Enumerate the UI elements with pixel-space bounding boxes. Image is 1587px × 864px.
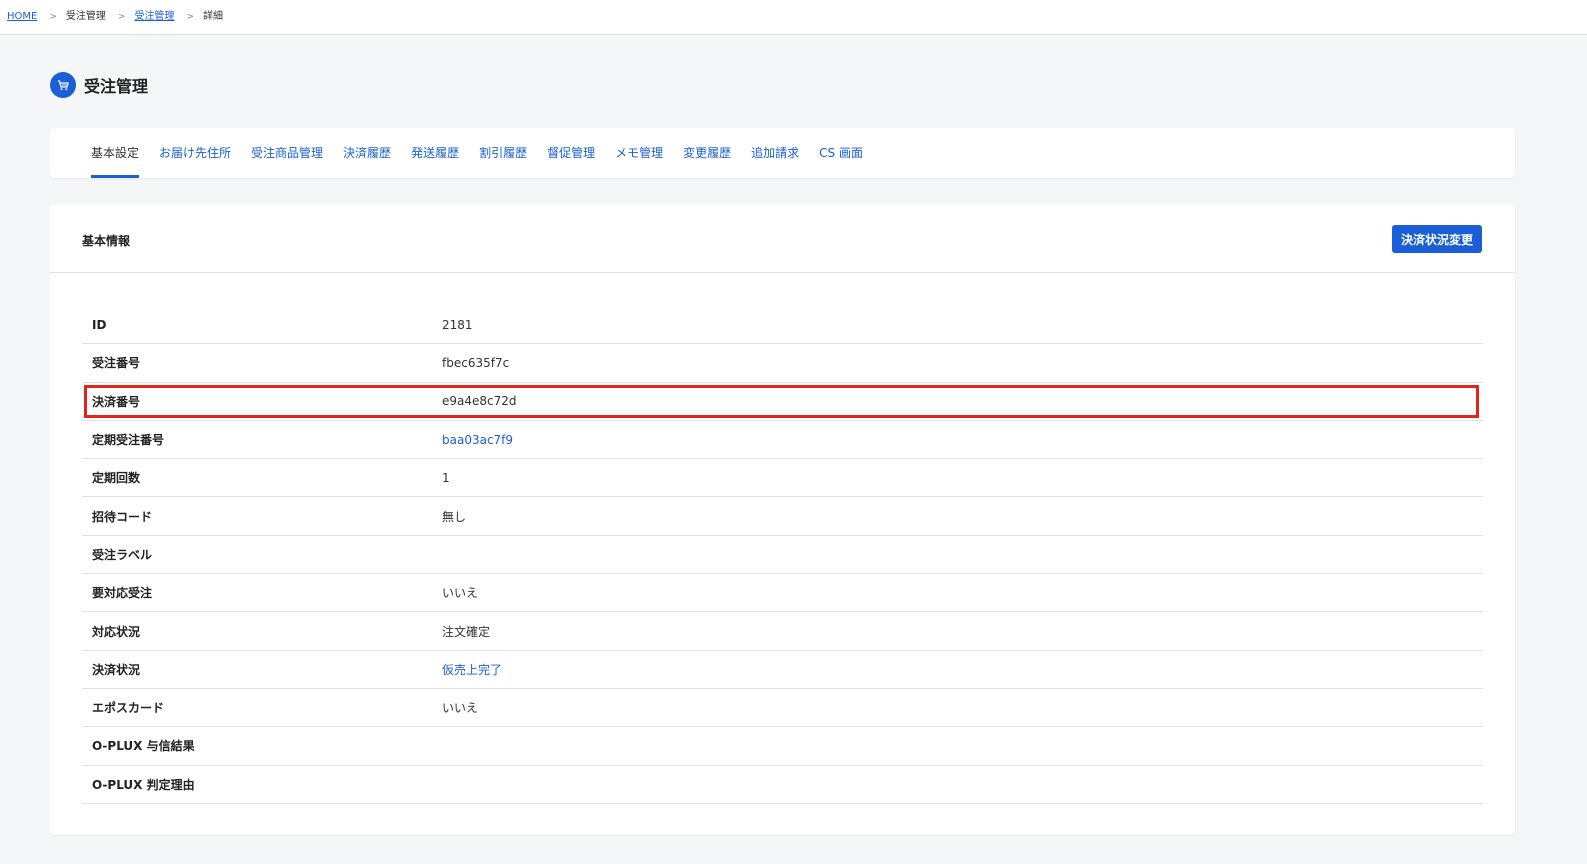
tabs-card: 基本設定 お届け先住所 受注商品管理 決済履歴 発送履歴 割引履歴 督促管理 メ… <box>50 128 1515 178</box>
tab-memo[interactable]: メモ管理 <box>615 128 663 178</box>
table-row: エポスカード いいえ <box>82 689 1483 728</box>
card-title: 基本情報 <box>82 234 131 248</box>
row-value: いいえ <box>442 586 479 601</box>
subscription-order-link[interactable]: baa03ac7f9 <box>442 433 513 447</box>
row-label: ID <box>92 317 107 332</box>
row-label: エポスカード <box>92 701 165 716</box>
row-label: 定期受注番号 <box>92 433 165 448</box>
breadcrumb-order-management-link[interactable]: 受注管理 <box>134 10 174 24</box>
table-row: ID 2181 <box>82 306 1483 345</box>
breadcrumb-item-order-management: 受注管理 <box>65 11 106 22</box>
cart-icon <box>50 72 76 98</box>
breadcrumb-separator: > <box>117 12 126 22</box>
change-payment-status-button[interactable]: 決済状況変更 <box>1391 225 1482 253</box>
breadcrumb-item-detail: 詳細 <box>202 11 223 22</box>
tab-bar: 基本設定 お届け先住所 受注商品管理 決済履歴 発送履歴 割引履歴 督促管理 メ… <box>91 128 883 178</box>
tab-dunning[interactable]: 督促管理 <box>547 128 595 178</box>
tab-order-items[interactable]: 受注商品管理 <box>251 128 323 178</box>
table-row: 定期回数 1 <box>82 459 1483 498</box>
table-row: 要対応受注 いいえ <box>82 574 1483 613</box>
row-value: 2181 <box>442 317 473 332</box>
row-label: O-PLUX 与信結果 <box>92 739 195 754</box>
row-value: fbec635f7c <box>442 355 510 370</box>
tab-change-history[interactable]: 変更履歴 <box>683 128 731 178</box>
page-header: 受注管理 <box>50 72 148 98</box>
breadcrumb-home-link[interactable]: HOME <box>7 10 37 24</box>
row-value: 無し <box>442 509 467 524</box>
row-label: O-PLUX 判定理由 <box>92 777 195 792</box>
table-row: 招待コード 無し <box>82 497 1483 536</box>
row-value: e9a4e8c72d <box>442 394 517 409</box>
row-label: 受注番号 <box>92 356 141 371</box>
tab-additional-billing[interactable]: 追加請求 <box>751 128 799 178</box>
card-header: 基本情報 決済状況変更 <box>50 205 1515 273</box>
row-label: 定期回数 <box>92 471 141 486</box>
row-label: 受注ラベル <box>92 547 153 562</box>
breadcrumb-separator: > <box>186 12 194 22</box>
table-row: O-PLUX 与信結果 <box>82 727 1483 766</box>
table-row: 受注番号 fbec635f7c <box>82 344 1483 383</box>
breadcrumb: HOME > 受注管理 > 受注管理 > 詳細 <box>7 10 223 24</box>
tab-shipping-history[interactable]: 発送履歴 <box>411 128 459 178</box>
page-title: 受注管理 <box>84 77 149 96</box>
row-value: 1 <box>442 470 450 485</box>
row-value: いいえ <box>442 701 479 716</box>
basic-info-card: 基本情報 決済状況変更 ID 2181 受注番号 fbec635f7c 決済番号… <box>50 205 1515 835</box>
table-row: O-PLUX 判定理由 <box>82 766 1483 804</box>
table-row: 対応状況 注文確定 <box>82 612 1483 651</box>
table-row: 定期受注番号 baa03ac7f9 <box>82 421 1483 460</box>
row-label: 決済状況 <box>92 662 141 677</box>
tab-basic-settings[interactable]: 基本設定 <box>91 128 140 178</box>
table-row: 受注ラベル <box>82 536 1483 575</box>
breadcrumb-separator: > <box>49 12 57 22</box>
tab-delivery-address[interactable]: お届け先住所 <box>159 128 231 178</box>
top-bar: HOME > 受注管理 > 受注管理 > 詳細 <box>0 0 1587 35</box>
row-value: 注文確定 <box>442 624 491 639</box>
row-label: 対応状況 <box>92 624 141 639</box>
table-row-highlighted: 決済番号 e9a4e8c72d <box>82 383 1483 421</box>
tab-payment-history[interactable]: 決済履歴 <box>343 128 391 178</box>
info-table: ID 2181 受注番号 fbec635f7c 決済番号 e9a4e8c72d … <box>82 306 1483 804</box>
tab-discount-history[interactable]: 割引履歴 <box>479 128 527 178</box>
row-label: 要対応受注 <box>92 586 153 601</box>
tab-cs-screen[interactable]: CS 画面 <box>819 128 863 178</box>
payment-status-link[interactable]: 仮売上完了 <box>442 661 502 678</box>
row-label: 招待コード <box>92 509 153 524</box>
table-row: 決済状況 仮売上完了 <box>82 651 1483 689</box>
row-label: 決済番号 <box>92 394 141 409</box>
